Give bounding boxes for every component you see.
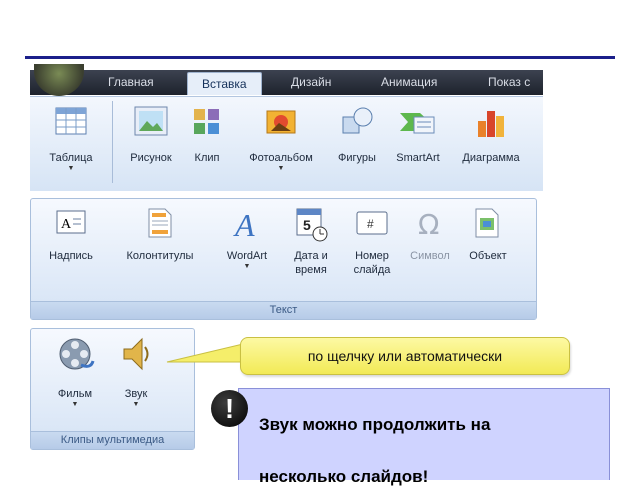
svg-text:Ω: Ω	[418, 208, 439, 239]
media-group-caption: Клипы мультимедиа	[31, 431, 194, 449]
date-time-label-1: Дата и	[294, 250, 328, 262]
clipart-icon	[194, 109, 219, 134]
note-line-2: несколько слайдов!	[259, 467, 429, 486]
sound-button[interactable]: Звук ▼	[111, 335, 161, 409]
bar-chart-icon	[478, 111, 504, 137]
photo-album-label: Фотоальбом	[249, 152, 313, 164]
ribbon-insert-top: Таблица ▼ Рисунок Клип Фотоальбом ▼ Фигу…	[30, 96, 543, 191]
svg-text:A: A	[233, 207, 255, 239]
picture-icon	[134, 106, 168, 136]
smartart-label: SmartArt	[396, 152, 440, 164]
svg-text:A: A	[61, 217, 72, 232]
smartart-button[interactable]: SmartArt	[386, 105, 450, 165]
chevron-down-icon: ▼	[277, 165, 285, 172]
textbox-icon: A	[56, 210, 86, 234]
svg-text:#: #	[367, 217, 374, 231]
movie-label: Фильм	[57, 388, 93, 400]
shapes-icon	[342, 107, 373, 134]
ribbon-tab-bar: Главная Вставка Дизайн Анимация Показ с	[30, 70, 543, 95]
wordart-button[interactable]: A WordArt ▼	[213, 207, 281, 271]
table-button[interactable]: Таблица ▼	[36, 105, 106, 173]
chevron-down-icon: ▼	[67, 165, 75, 172]
shapes-label: Фигуры	[338, 152, 376, 164]
text-group: A Надпись Колонтитулы A WordArt ▼ 5 Дата…	[30, 198, 537, 320]
omega-icon: Ω	[418, 208, 439, 239]
textbox-button[interactable]: A Надпись	[35, 207, 107, 263]
tab-slideshow[interactable]: Показ с	[488, 70, 530, 95]
header-footer-icon	[148, 208, 172, 238]
movie-button[interactable]: Фильм ▼	[45, 335, 105, 409]
shapes-button[interactable]: Фигуры	[330, 105, 384, 165]
tab-insert[interactable]: Вставка	[187, 72, 262, 95]
symbol-button[interactable]: Ω Символ	[405, 207, 455, 263]
exclamation-badge: !	[211, 390, 248, 427]
clip-button[interactable]: Клип	[185, 105, 229, 165]
picture-button[interactable]: Рисунок	[118, 105, 184, 165]
object-button[interactable]: Объект	[457, 207, 519, 263]
title-divider-line	[25, 56, 615, 59]
photo-album-button[interactable]: Фотоальбом ▼	[234, 105, 328, 173]
table-label: Таблица	[49, 152, 93, 164]
film-reel-icon	[59, 338, 95, 370]
smartart-icon	[400, 113, 435, 134]
text-group-caption: Текст	[31, 301, 536, 319]
chart-label: Диаграмма	[462, 152, 520, 164]
wordart-label: WordArt	[226, 250, 268, 262]
slide-number-icon: #	[356, 211, 388, 235]
header-footer-label: Колонтитулы	[126, 250, 194, 262]
date-time-label-2: время	[295, 264, 327, 276]
note-box: Звук можно продолжить на несколько слайд…	[238, 388, 610, 486]
symbol-label: Символ	[410, 250, 450, 262]
tab-home[interactable]: Главная	[108, 70, 154, 95]
slide-number-button[interactable]: # Номер слайда	[343, 207, 401, 277]
header-footer-button[interactable]: Колонтитулы	[111, 207, 209, 263]
wordart-icon: A	[233, 207, 255, 239]
svg-text:5: 5	[303, 217, 311, 233]
sound-label: Звук	[124, 388, 148, 400]
date-time-button[interactable]: 5 Дата и время	[283, 207, 339, 277]
slide-number-label-2: слайда	[353, 264, 391, 276]
clip-label: Клип	[194, 152, 220, 164]
photo-album-icon	[266, 110, 296, 134]
table-icon	[55, 107, 87, 135]
slide-number-label-1: Номер	[355, 250, 389, 262]
tab-design[interactable]: Дизайн	[291, 70, 331, 95]
object-icon	[475, 208, 499, 238]
textbox-label: Надпись	[49, 250, 93, 262]
speaker-icon	[123, 337, 149, 371]
tab-animation[interactable]: Анимация	[381, 70, 437, 95]
picture-label: Рисунок	[130, 152, 172, 164]
chevron-down-icon: ▼	[243, 263, 251, 270]
calendar-clock-icon: 5	[296, 208, 328, 242]
note-line-1: Звук можно продолжить на	[259, 415, 491, 434]
object-label: Объект	[469, 250, 507, 262]
chevron-down-icon: ▼	[132, 401, 140, 408]
group-separator	[112, 101, 113, 183]
chevron-down-icon: ▼	[71, 401, 79, 408]
chart-button[interactable]: Диаграмма	[450, 105, 532, 165]
callout-bubble: по щелчку или автоматически	[240, 337, 570, 375]
